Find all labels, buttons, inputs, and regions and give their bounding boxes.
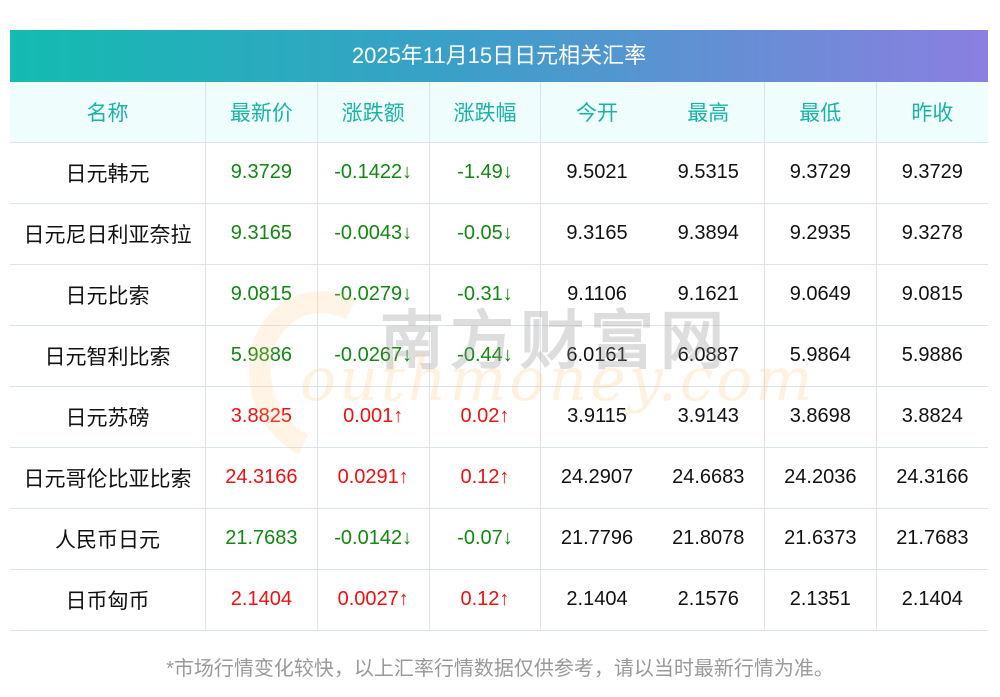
cell-prev: 9.0815 bbox=[875, 264, 988, 325]
cell-change: -0.0267↓ bbox=[316, 325, 430, 386]
header-open: 今开 bbox=[540, 82, 653, 142]
cell-pct: 0.12↑ bbox=[428, 447, 541, 508]
cell-change: 0.0291↑ bbox=[316, 447, 430, 508]
cell-low: 21.6373 bbox=[763, 508, 877, 569]
cell-name: 日元比索 bbox=[65, 284, 150, 308]
cell-change: 0.001↑ bbox=[316, 386, 430, 447]
header-low: 最低 bbox=[763, 82, 877, 142]
cell-prev: 9.3278 bbox=[875, 203, 988, 264]
cell-pct: -0.44↓ bbox=[428, 325, 541, 386]
table-row: 日币匈币 2.1404 0.0027↑ 0.12↑ 2.1404 2.1576 2.1351… bbox=[10, 569, 988, 630]
cell-name: 日元哥伦比亚比索 bbox=[23, 467, 192, 491]
cell-low: 5.9864 bbox=[763, 325, 877, 386]
cell-open: 9.1106 bbox=[540, 264, 653, 325]
cell-open: 6.0161 bbox=[540, 325, 653, 386]
disclaimer: *市场行情变化较快，以上汇率行情数据仅供参考，请以当时最新行情为准。 bbox=[166, 658, 834, 680]
cell-high: 9.3894 bbox=[677, 222, 739, 244]
cell-price: 9.0815 bbox=[205, 264, 318, 325]
cell-prev: 3.8824 bbox=[875, 386, 988, 447]
cell-prev: 5.9886 bbox=[875, 325, 988, 386]
cell-open: 3.9115 bbox=[540, 386, 653, 447]
cell-open: 24.2907 bbox=[540, 447, 653, 508]
cell-pct: 0.02↑ bbox=[428, 386, 541, 447]
header-price: 最新价 bbox=[205, 82, 318, 142]
table-row: 日元智利比索 5.9886 -0.0267↓ -0.44↓ 6.0161 6.0887 5.… bbox=[10, 325, 988, 386]
header-name: 名称 bbox=[86, 101, 129, 125]
cell-change: -0.0142↓ bbox=[316, 508, 430, 569]
cell-open: 21.7796 bbox=[540, 508, 653, 569]
cell-prev: 9.3729 bbox=[875, 142, 988, 203]
page-title: 2025年11月15日日元相关汇率 bbox=[10, 30, 988, 82]
cell-open: 9.3165 bbox=[540, 203, 653, 264]
cell-price: 21.7683 bbox=[205, 508, 318, 569]
cell-pct: -0.05↓ bbox=[428, 203, 541, 264]
cell-name: 日元韩元 bbox=[65, 162, 150, 186]
cell-high: 3.9143 bbox=[677, 405, 739, 427]
cell-pct: 0.12↑ bbox=[428, 569, 541, 630]
table-row: 日元比索 9.0815 -0.0279↓ -0.31↓ 9.1106 9.1621 9.06… bbox=[10, 264, 988, 325]
cell-price: 3.8825 bbox=[205, 386, 318, 447]
header-pct: 涨跌幅 bbox=[428, 82, 541, 142]
cell-name: 人民币日元 bbox=[55, 528, 160, 552]
cell-prev: 21.7683 bbox=[875, 508, 988, 569]
cell-price: 9.3165 bbox=[205, 203, 318, 264]
cell-low: 3.8698 bbox=[763, 386, 877, 447]
cell-change: -0.1422↓ bbox=[316, 142, 430, 203]
cell-price: 9.3729 bbox=[205, 142, 318, 203]
cell-prev: 24.3166 bbox=[875, 447, 988, 508]
header-high: 最高 bbox=[687, 101, 730, 125]
cell-high: 24.6683 bbox=[672, 466, 745, 488]
cell-name: 日币匈币 bbox=[65, 589, 150, 613]
cell-change: 0.0027↑ bbox=[316, 569, 430, 630]
table-row: 人民币日元 21.7683 -0.0142↓ -0.07↓ 21.7796 21.8078… bbox=[10, 508, 988, 569]
cell-low: 9.2935 bbox=[763, 203, 877, 264]
table-row: 日元苏磅 3.8825 0.001↑ 0.02↑ 3.9115 3.9143 3.8698 3… bbox=[10, 386, 988, 447]
cell-price: 2.1404 bbox=[205, 569, 318, 630]
cell-pct: -1.49↓ bbox=[428, 142, 541, 203]
cell-pct: -0.07↓ bbox=[428, 508, 541, 569]
cell-change: -0.0043↓ bbox=[316, 203, 430, 264]
cell-name: 日元智利比索 bbox=[44, 345, 171, 369]
cell-low: 9.0649 bbox=[763, 264, 877, 325]
cell-high: 6.0887 bbox=[677, 344, 739, 366]
cell-low: 9.3729 bbox=[763, 142, 877, 203]
table-header-row: 名称 最新价 涨跌额 涨跌幅 今开 最高 最低 昨收 bbox=[10, 82, 988, 142]
table-row: 日元尼日利亚奈拉 9.3165 -0.0043↓ -0.05↓ 9.3165 9.3894… bbox=[10, 203, 988, 264]
cell-price: 5.9886 bbox=[205, 325, 318, 386]
cell-open: 2.1404 bbox=[540, 569, 653, 630]
table-row: 日元韩元 9.3729 -0.1422↓ -1.49↓ 9.5021 9.5315 9.37… bbox=[10, 142, 988, 203]
header-prev: 昨收 bbox=[875, 82, 988, 142]
cell-price: 24.3166 bbox=[205, 447, 318, 508]
header-change: 涨跌额 bbox=[316, 82, 430, 142]
cell-change: -0.0279↓ bbox=[316, 264, 430, 325]
cell-high: 9.1621 bbox=[677, 283, 739, 305]
cell-high: 2.1576 bbox=[677, 588, 739, 610]
cell-high: 9.5315 bbox=[677, 161, 739, 183]
cell-pct: -0.31↓ bbox=[428, 264, 541, 325]
cell-high: 21.8078 bbox=[672, 527, 745, 549]
cell-prev: 2.1404 bbox=[875, 569, 988, 630]
table-row: 日元哥伦比亚比索 24.3166 0.0291↑ 0.12↑ 24.2907 24.668… bbox=[10, 447, 988, 508]
cell-low: 2.1351 bbox=[763, 569, 877, 630]
cell-open: 9.5021 bbox=[540, 142, 653, 203]
cell-name: 日元苏磅 bbox=[65, 406, 150, 430]
exchange-rate-table: 名称 最新价 涨跌额 涨跌幅 今开 最高 最低 昨收 日元韩元 9.3729 -0.… bbox=[10, 82, 988, 631]
cell-name: 日元尼日利亚奈拉 bbox=[23, 223, 192, 247]
cell-low: 24.2036 bbox=[763, 447, 877, 508]
